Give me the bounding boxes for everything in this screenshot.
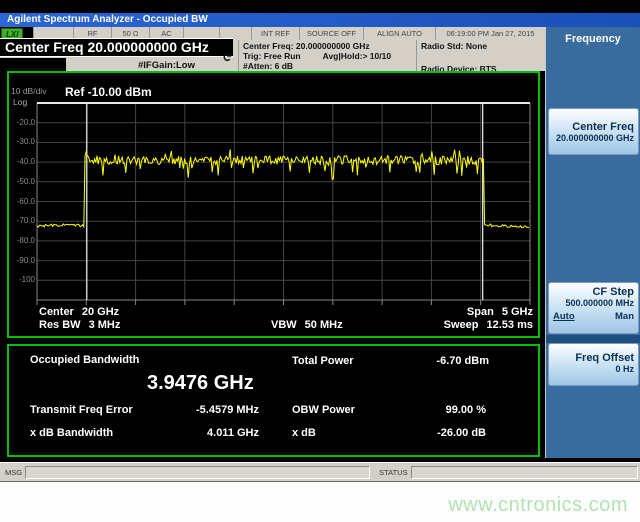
center-freq-annotation: Center 20 GHz	[39, 306, 119, 318]
rbw-value: 3 MHz	[89, 319, 121, 331]
total-power-label: Total Power	[292, 355, 354, 367]
y-axis-tick-label: -80.0	[11, 236, 35, 245]
y-axis-tick-label: -70.0	[11, 216, 35, 225]
obw-value: 3.9476 GHz	[147, 372, 254, 395]
center-value: 20 GHz	[82, 306, 119, 318]
message-status-bar: MSG STATUS	[0, 462, 640, 482]
center-label: Center	[39, 306, 74, 318]
cf-step-man-toggle[interactable]: Man	[615, 311, 634, 322]
span-value: 5 GHz	[502, 306, 533, 318]
ref-level-label: Ref -10.00 dBm	[65, 85, 152, 99]
header-divider	[416, 40, 417, 71]
obw-label: Occupied Bandwidth	[30, 354, 139, 366]
info-avg-hold: Avg|Hold:> 10/10	[323, 51, 391, 61]
y-axis-tick-label: -40.0	[11, 157, 35, 166]
softkey-center-freq[interactable]: Center Freq 20.000000000 GHz	[548, 108, 639, 155]
obw-power-label: OBW Power	[292, 404, 355, 416]
status-label: STATUS	[376, 468, 410, 477]
status-source: SOURCE OFF	[300, 27, 364, 40]
xdb-bandwidth-label: x dB Bandwidth	[30, 427, 113, 439]
spectrum-analyzer-screen: Agilent Spectrum Analyzer - Occupied BW …	[0, 0, 640, 522]
rbw-annotation: Res BW 3 MHz	[39, 319, 120, 331]
softkey-menu: Frequency Center Freq 20.000000000 GHz C…	[545, 27, 640, 458]
msg-label: MSG	[2, 468, 25, 477]
transmit-freq-error-label: Transmit Freq Error	[30, 404, 133, 416]
freq-offset-softkey-label: Freq Offset	[553, 352, 634, 364]
center-freq-readout-text: Center Freq 20.000000000 GHz	[5, 39, 209, 55]
center-freq-softkey-value: 20.000000000 GHz	[553, 133, 634, 143]
xdb-bandwidth-value: 4.011 GHz	[149, 427, 259, 439]
sweep-value: 12.53 ms	[487, 319, 533, 331]
y-axis-tick-label: -100	[11, 275, 35, 284]
softkey-freq-offset[interactable]: Freq Offset 0 Hz	[548, 343, 639, 386]
rbw-label: Res BW	[39, 319, 81, 331]
continuous-sweep-icon: ↻	[220, 52, 234, 62]
transmit-freq-error-value: -5.4579 MHz	[149, 404, 259, 416]
status-field	[411, 466, 638, 479]
y-axis-tick-label: -60.0	[11, 197, 35, 206]
info-trig: Trig: Free Run	[243, 51, 301, 61]
annotation-box	[0, 58, 66, 71]
xdb-value: -26.00 dB	[376, 427, 486, 439]
scale-per-div-label: 10 dB/div	[11, 86, 46, 96]
info-center-freq: Center Freq: 20.000000000 GHz	[243, 41, 370, 51]
y-axis-tick-label: -30.0	[11, 137, 35, 146]
acquisition-info: Center Freq: 20.000000000 GHz Trig: Free…	[243, 41, 413, 71]
cf-step-softkey-value: 500.000000 MHz	[553, 298, 634, 308]
total-power-value: -6.70 dBm	[379, 355, 489, 367]
watermark-text: www.cntronics.com	[448, 494, 628, 517]
status-datetime: 06:19:00 PM Jan 27, 2015	[436, 27, 545, 40]
xdb-label: x dB	[292, 427, 316, 439]
info-atten: #Atten: 6 dB	[243, 61, 293, 71]
results-panel: Occupied Bandwidth 3.9476 GHz Total Powe…	[7, 344, 540, 457]
cf-step-softkey-label: CF Step	[553, 286, 634, 298]
spectrum-display: 10 dB/div Log Ref -10.00 dBm -20.0 -30.0 -…	[7, 71, 540, 338]
softkey-separator	[546, 335, 640, 343]
vbw-value: 50 MHz	[305, 319, 343, 331]
spectrum-chart	[9, 73, 538, 336]
span-annotation: Span 5 GHz	[467, 306, 533, 318]
msg-field	[25, 466, 370, 479]
if-gain-label: #IFGain:Low	[138, 60, 195, 71]
center-freq-softkey-label: Center Freq	[553, 121, 634, 133]
radio-info: Radio Std: None Radio Device: BTS	[421, 41, 541, 74]
menu-title: Frequency	[546, 27, 640, 45]
freq-offset-softkey-value: 0 Hz	[553, 364, 634, 374]
cf-step-auto-toggle[interactable]: Auto	[553, 311, 575, 322]
sweep-label: Sweep	[444, 319, 479, 331]
softkey-cf-step[interactable]: CF Step 500.000000 MHz Auto Man	[548, 282, 639, 334]
center-freq-readout: Center Freq 20.000000000 GHz	[0, 38, 233, 57]
span-label: Span	[467, 306, 494, 318]
instrument-display: Agilent Spectrum Analyzer - Occupied BW …	[0, 0, 640, 462]
vbw-annotation: VBW 50 MHz	[271, 319, 343, 331]
status-align: ALIGN AUTO	[364, 27, 436, 40]
sweep-annotation: Sweep 12.53 ms	[444, 319, 533, 331]
info-radio-std: Radio Std: None	[421, 41, 541, 51]
vbw-label: VBW	[271, 319, 297, 331]
page-margin: www.cntronics.com	[0, 484, 640, 522]
y-axis-tick-label: -20.0	[11, 118, 35, 127]
obw-power-value: 99.00 %	[376, 404, 486, 416]
y-axis-tick-label: -50.0	[11, 177, 35, 186]
log-scale-label: Log	[13, 97, 27, 107]
window-titlebar: Agilent Spectrum Analyzer - Occupied BW	[0, 13, 640, 27]
window-title: Agilent Spectrum Analyzer - Occupied BW	[7, 14, 208, 25]
header-divider	[238, 40, 239, 71]
status-int-ref: INT REF	[252, 27, 300, 40]
y-axis-tick-label: -90.0	[11, 256, 35, 265]
